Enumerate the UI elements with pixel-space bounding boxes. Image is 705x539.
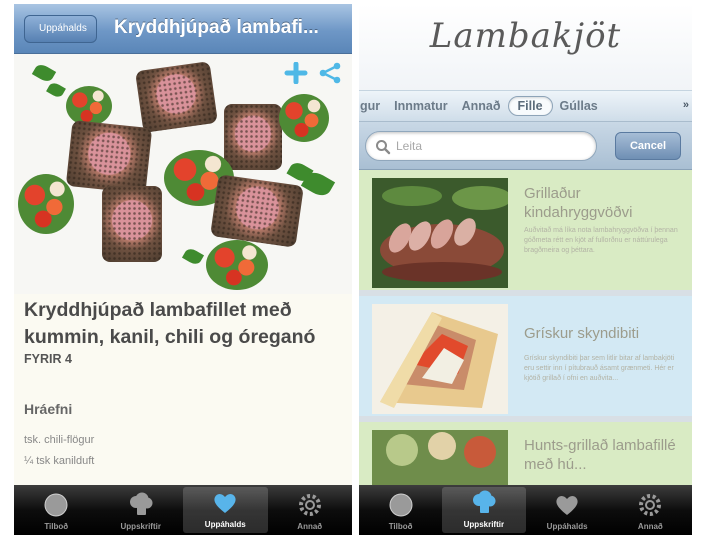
item-title: Grískur skyndibiti bbox=[524, 325, 640, 342]
header: Lambakjöt bbox=[359, 4, 692, 90]
back-button[interactable]: Uppáhalds bbox=[24, 15, 97, 43]
recipe-thumbnail bbox=[372, 178, 508, 288]
item-title: Hunts-grillað lambafillé með hú... bbox=[524, 437, 676, 473]
tab-label: Uppskriftir bbox=[120, 522, 161, 531]
tab-recipes[interactable]: Uppskriftir bbox=[442, 487, 526, 533]
ingredients-heading: Hráefni bbox=[24, 401, 73, 417]
add-favorite-icon[interactable] bbox=[284, 61, 308, 89]
tab-label: Uppskriftir bbox=[463, 520, 505, 529]
salsa-garnish bbox=[66, 86, 112, 126]
lamb-piece bbox=[102, 186, 162, 262]
item-title: Grillaður kindahryggvöðvi bbox=[524, 185, 633, 221]
nav-title: Kryddhjúpað lambafi... bbox=[114, 17, 319, 38]
tab-bar: Tilboð Uppskriftir Uppáhalds Annað bbox=[14, 485, 352, 535]
heart-icon bbox=[554, 492, 580, 518]
chef-hat-icon bbox=[128, 492, 154, 518]
lamb-piece bbox=[65, 119, 153, 195]
app-logo: Lambakjöt bbox=[429, 16, 622, 56]
tab-label: Uppáhalds bbox=[546, 522, 588, 531]
gear-icon bbox=[297, 492, 323, 518]
recipe-list-screen: Lambakjöt gur Innmatur Annað Fille Gúlla… bbox=[359, 4, 692, 535]
herb-garnish bbox=[46, 80, 66, 100]
list-item[interactable]: Grískur skyndibiti Grískur skyndibiti þa… bbox=[359, 296, 692, 422]
disc-icon bbox=[43, 492, 69, 518]
tab-offers[interactable]: Tilboð bbox=[14, 485, 99, 535]
tab-offers[interactable]: Tilboð bbox=[359, 485, 442, 535]
lamb-piece bbox=[135, 61, 218, 133]
tab-other[interactable]: Annað bbox=[609, 485, 692, 535]
tab-favorites[interactable]: Uppáhalds bbox=[526, 485, 609, 535]
cancel-button[interactable]: Cancel bbox=[615, 132, 681, 160]
recipe-detail-screen: Uppáhalds Kryddhjúpað lambafi... Kryddhj… bbox=[14, 4, 352, 535]
salsa-garnish bbox=[279, 94, 329, 142]
category-selector: gur Innmatur Annað Fille Gúllas » bbox=[359, 90, 692, 122]
tab-label: Annað bbox=[297, 522, 323, 531]
navigation-bar: Uppáhalds Kryddhjúpað lambafi... bbox=[14, 4, 352, 54]
herb-garnish bbox=[31, 61, 57, 85]
recipe-title: Kryddhjúpað lambafillet með kummin, kani… bbox=[24, 299, 316, 348]
tab-other[interactable]: Annað bbox=[268, 485, 353, 535]
search-bar: Leita Cancel bbox=[359, 122, 692, 170]
tab-label: Tilboð bbox=[44, 522, 69, 531]
recipe-photo bbox=[14, 54, 352, 294]
share-icon[interactable] bbox=[318, 62, 342, 89]
category-tab[interactable]: Innmatur bbox=[387, 99, 454, 113]
ingredient-item: ¼ tsk kanilduft bbox=[24, 455, 95, 467]
category-tab-active[interactable]: Fille bbox=[507, 96, 553, 116]
category-tab[interactable]: Gúllas bbox=[553, 99, 605, 113]
share-icons bbox=[284, 61, 342, 89]
tab-favorites[interactable]: Uppáhalds bbox=[183, 487, 268, 533]
chef-hat-icon bbox=[471, 490, 497, 516]
tab-recipes[interactable]: Uppskriftir bbox=[99, 485, 184, 535]
more-arrow-icon[interactable]: » bbox=[683, 99, 689, 111]
ingredient-item: tsk. chili-flögur bbox=[24, 434, 95, 446]
serves-label: FYRIR 4 bbox=[24, 352, 72, 366]
search-input[interactable]: Leita bbox=[365, 131, 597, 161]
herb-garnish bbox=[181, 246, 205, 267]
recipe-list: Grillaður kindahryggvöðvi Auðvitað má lí… bbox=[359, 170, 692, 535]
salsa-garnish bbox=[18, 174, 74, 234]
category-tab[interactable]: gur bbox=[359, 99, 387, 113]
salsa-garnish bbox=[206, 240, 268, 290]
recipe-thumbnail bbox=[372, 304, 508, 414]
gear-icon bbox=[637, 492, 663, 518]
disc-icon bbox=[388, 492, 414, 518]
tab-label: Annað bbox=[637, 522, 663, 531]
tab-label: Tilboð bbox=[388, 522, 413, 531]
list-item[interactable]: Grillaður kindahryggvöðvi Auðvitað má lí… bbox=[359, 170, 692, 296]
tab-label: Uppáhalds bbox=[204, 520, 246, 529]
search-icon bbox=[376, 140, 391, 155]
item-description: Auðvitað má líka nota lambahryggvöðva í … bbox=[524, 227, 678, 254]
tab-bar: Tilboð Uppskriftir Uppáhalds Annað bbox=[359, 485, 692, 535]
ingredients-list: tsk. chili-flögur ¼ tsk kanilduft bbox=[24, 434, 94, 476]
lamb-piece bbox=[210, 174, 304, 248]
heart-icon bbox=[212, 490, 238, 516]
category-tab[interactable]: Annað bbox=[455, 99, 508, 113]
lamb-piece bbox=[224, 104, 282, 170]
item-description: Grískur skyndibiti þar sem litlir bitar … bbox=[524, 355, 675, 382]
